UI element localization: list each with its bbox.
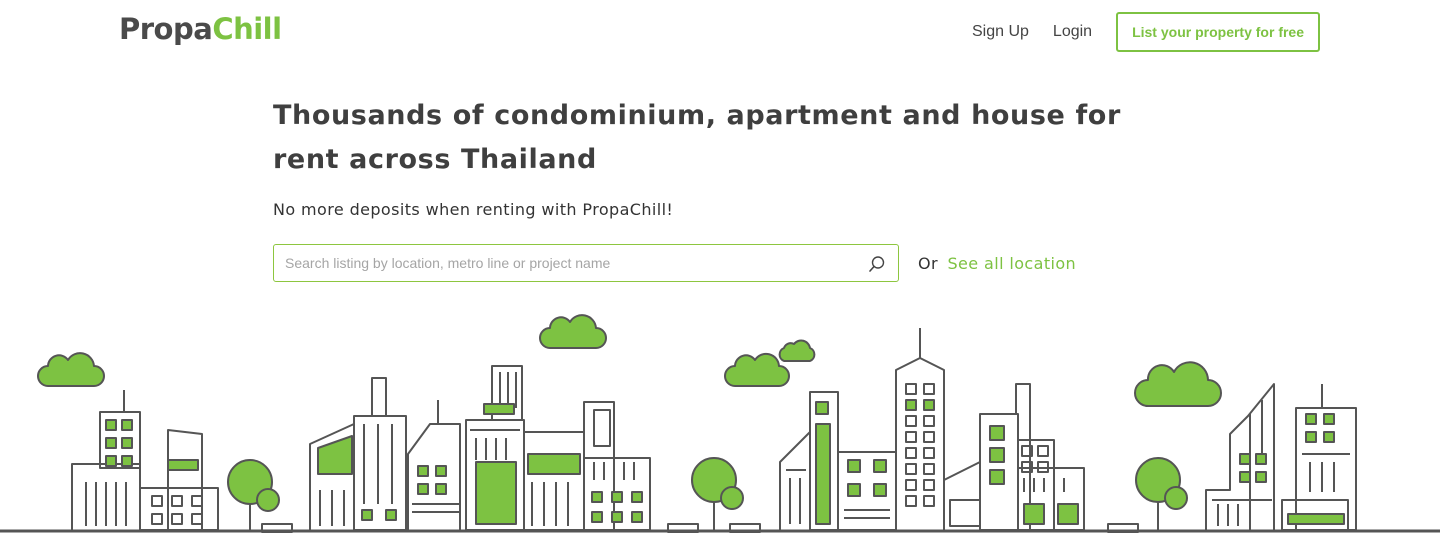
see-all-location-link[interactable]: See all location <box>947 254 1076 273</box>
search-icon[interactable] <box>868 255 886 273</box>
search-input[interactable] <box>285 245 855 281</box>
login-link[interactable]: Login <box>1053 23 1092 41</box>
cloud-icon <box>37 352 105 387</box>
signup-link[interactable]: Sign Up <box>972 23 1029 41</box>
or-text: Or <box>918 254 938 273</box>
cloud-icon <box>724 352 790 387</box>
cloud-icon <box>778 339 816 362</box>
hero-title: Thousands of condominium, apartment and … <box>273 100 1121 175</box>
top-nav: Sign Up Login List your property for fre… <box>972 12 1320 52</box>
logo-text-primary: Propa <box>119 12 213 46</box>
hero-subtitle: No more deposits when renting with Propa… <box>273 200 674 219</box>
cloud-icon <box>1134 361 1222 407</box>
see-all-locations: Or See all location <box>918 254 1076 273</box>
search-box <box>273 244 899 282</box>
cloud-icon <box>539 314 607 349</box>
list-property-button[interactable]: List your property for free <box>1116 12 1320 52</box>
city-skyline-illustration <box>0 314 1440 533</box>
logo-text-accent: Chill <box>212 12 282 46</box>
site-header: PropaChill Sign Up Login List your prope… <box>0 0 1440 64</box>
logo[interactable]: PropaChill <box>119 12 282 46</box>
